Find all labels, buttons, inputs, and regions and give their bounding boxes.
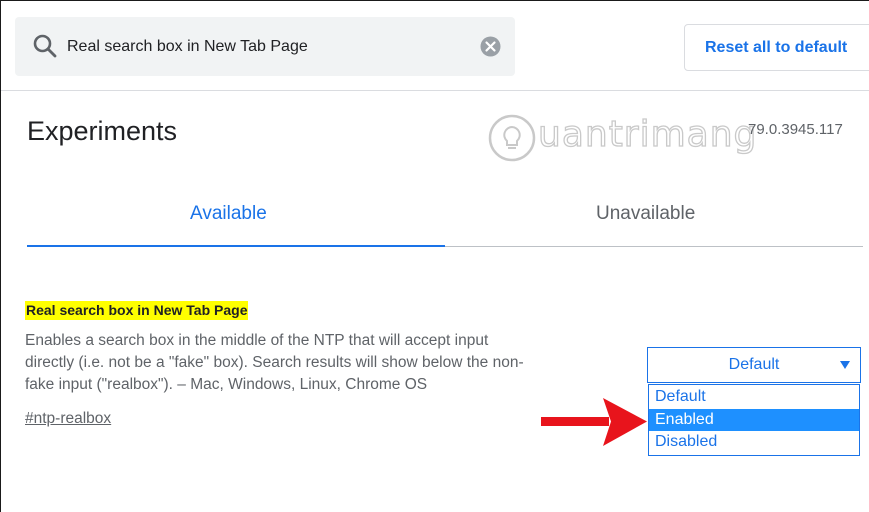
- experiment-description: Enables a search box in the middle of th…: [25, 330, 625, 396]
- watermark-bulb-icon: [488, 114, 536, 162]
- reset-all-button[interactable]: Reset all to default: [684, 24, 869, 71]
- experiment-description-line: directly (i.e. not be a "fake" box). Sea…: [25, 354, 524, 371]
- experiment-anchor-link[interactable]: #ntp-realbox: [25, 410, 111, 428]
- search-box[interactable]: [15, 17, 515, 76]
- experiment-title: Real search box in New Tab Page: [25, 301, 249, 320]
- tab-active-indicator: [27, 245, 445, 247]
- select-options-list: Default Enabled Disabled: [648, 384, 860, 456]
- watermark-logo: uantrimang: [482, 108, 762, 168]
- option-default[interactable]: Default: [649, 386, 859, 408]
- clear-icon[interactable]: [480, 36, 501, 57]
- select-value: Default: [728, 356, 780, 373]
- search-input[interactable]: [67, 17, 467, 76]
- tab-unavailable[interactable]: Unavailable: [596, 203, 695, 225]
- dropdown-arrow-icon: [840, 361, 850, 369]
- page-title: Experiments: [27, 116, 178, 146]
- experiment-description-line: fake input ("realbox"). – Mac, Windows, …: [25, 376, 428, 393]
- experiment-description-line: Enables a search box in the middle of th…: [25, 332, 489, 349]
- header: Reset all to default: [1, 1, 869, 91]
- experiment-state-select[interactable]: Default: [647, 347, 861, 383]
- option-enabled[interactable]: Enabled: [649, 409, 859, 431]
- watermark-text: uantrimang: [537, 113, 758, 155]
- search-icon: [33, 34, 57, 58]
- version-label: 79.0.3945.117: [748, 121, 843, 138]
- annotation-arrow-icon: [541, 398, 647, 446]
- option-disabled[interactable]: Disabled: [649, 431, 859, 453]
- tab-available[interactable]: Available: [190, 203, 267, 225]
